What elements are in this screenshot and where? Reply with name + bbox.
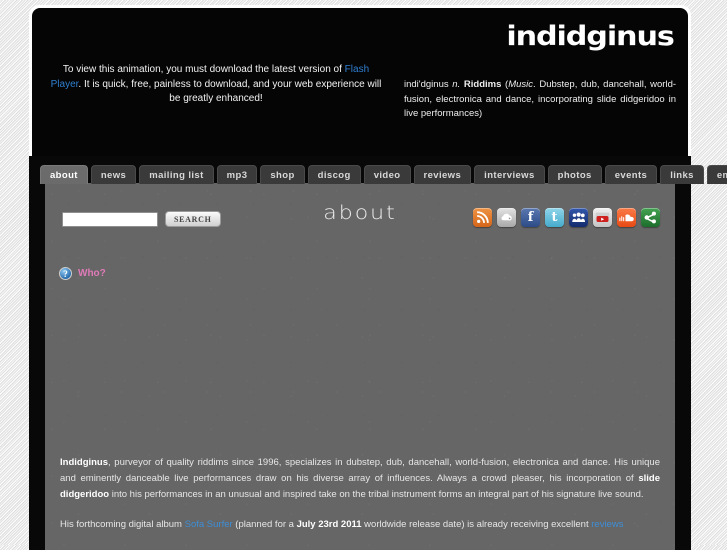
twitter-glyph: t — [551, 210, 558, 225]
nav-item-about[interactable]: about — [40, 165, 88, 184]
soundcloud-icon[interactable] — [617, 208, 636, 227]
nav-item-reviews[interactable]: reviews — [413, 165, 472, 184]
rss-icon[interactable] — [473, 208, 492, 227]
about-paragraph-2: His forthcoming digital album Sofa Surfe… — [60, 517, 660, 533]
definition-headword: Riddims — [463, 79, 502, 90]
twitter-icon[interactable]: t — [545, 208, 564, 227]
youtube-icon[interactable] — [593, 208, 612, 227]
question-mark-icon: ? — [59, 267, 72, 280]
facebook-icon[interactable]: f — [521, 208, 540, 227]
nav-item-mp3[interactable]: mp3 — [216, 165, 258, 184]
reviews-link[interactable]: reviews — [591, 519, 623, 530]
about-body-copy: Indidginus, purveyor of quality riddims … — [60, 455, 660, 547]
about-p2-mid: (planned for a — [232, 519, 297, 530]
brand-block: indidginus indi'dginus n. Riddims (Music… — [404, 22, 676, 122]
podcast-icon[interactable] — [497, 208, 516, 227]
who-link[interactable]: ? Who? — [59, 267, 106, 280]
flash-notice-pre: To view this animation, you must downloa… — [62, 64, 345, 75]
nav-item-interviews[interactable]: interviews — [474, 165, 545, 184]
main-nav: about news mailing list mp3 shop discog video r… — [40, 160, 727, 184]
nav-item-video[interactable]: video — [363, 165, 411, 184]
about-lead-name: Indidginus — [60, 457, 109, 468]
nav-item-news[interactable]: news — [90, 165, 137, 184]
nav-item-links[interactable]: links — [660, 165, 704, 184]
social-links: f t — [473, 208, 660, 227]
share-icon[interactable] — [641, 208, 660, 227]
about-p2-pre: His forthcoming digital album — [60, 519, 185, 530]
facebook-glyph: f — [527, 210, 534, 225]
flash-player-notice: To view this animation, you must downloa… — [50, 63, 382, 107]
flash-notice-post: . It is quick, free, painless to downloa… — [78, 78, 382, 105]
about-p1-text: , purveyor of quality riddims since 1996… — [60, 457, 660, 484]
nav-item-photos[interactable]: photos — [547, 165, 602, 184]
about-paragraph-1: Indidginus, purveyor of quality riddims … — [60, 455, 660, 503]
nav-item-email[interactable]: email — [706, 165, 727, 184]
content-panel: SEARCH about f t ? Who? Indidginus, purv… — [45, 183, 675, 550]
release-date: July 23rd 2011 — [296, 519, 362, 530]
content-frame: SEARCH about f t ? Who? Indidginus, purv… — [29, 156, 691, 550]
nav-item-mailing-list[interactable]: mailing list — [139, 165, 214, 184]
nav-item-discog[interactable]: discog — [307, 165, 361, 184]
definition-field: Music — [508, 79, 534, 90]
site-logo: indidginus — [506, 21, 675, 52]
about-p1-text2: into his performances in an unusual and … — [109, 489, 644, 500]
site-shell: To view this animation, you must downloa… — [29, 5, 727, 550]
about-p2-mid2: worldwide release date) is already recei… — [361, 519, 592, 530]
myspace-icon[interactable] — [569, 208, 588, 227]
definition-term: indi'dginus — [404, 79, 449, 90]
album-link[interactable]: Sofa Surfer — [185, 519, 233, 530]
nav-item-shop[interactable]: shop — [260, 165, 305, 184]
brand-definition: indi'dginus n. Riddims (Music. Dubstep, … — [404, 78, 676, 122]
who-link-label: Who? — [78, 268, 106, 279]
definition-pos: n. — [452, 79, 461, 90]
site-header: To view this animation, you must downloa… — [32, 8, 688, 161]
nav-item-events[interactable]: events — [604, 165, 658, 184]
